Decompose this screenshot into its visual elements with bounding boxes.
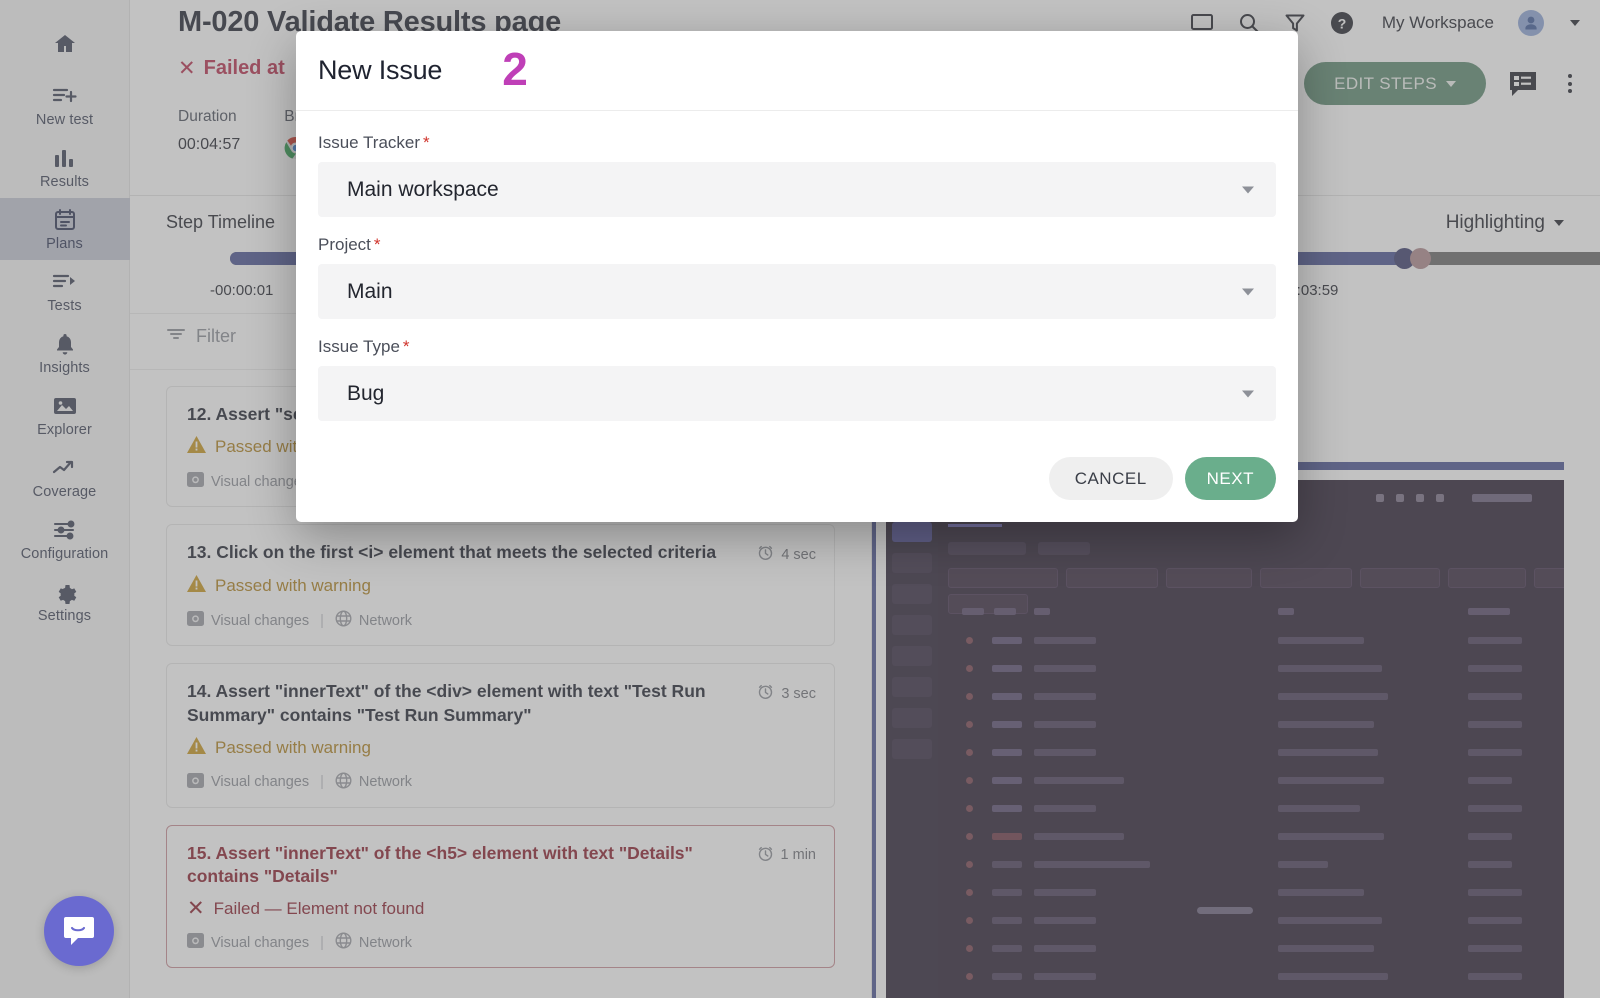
annotation-badge: 2 (502, 46, 528, 92)
field-label: Issue Tracker* (318, 133, 1276, 153)
field-label: Project* (318, 235, 1276, 255)
issue-type-value: Bug (347, 382, 384, 406)
intercom-chat-icon[interactable] (44, 896, 114, 966)
required-marker: * (423, 133, 430, 152)
required-marker: * (374, 235, 381, 254)
field-label: Issue Type* (318, 337, 1276, 357)
field-label-text: Project (318, 235, 371, 254)
cancel-button[interactable]: CANCEL (1049, 457, 1173, 500)
dialog-title: New Issue (318, 55, 442, 86)
field-issue-tracker: Issue Tracker* Main workspace (318, 133, 1276, 217)
issue-type-select[interactable]: Bug (318, 366, 1276, 421)
field-issue-type: Issue Type* Bug (318, 337, 1276, 421)
dialog-body: Issue Tracker* Main workspace Project* M… (296, 111, 1298, 451)
project-value: Main (347, 280, 393, 304)
field-label-text: Issue Type (318, 337, 400, 356)
issue-tracker-select[interactable]: Main workspace (318, 162, 1276, 217)
project-select[interactable]: Main (318, 264, 1276, 319)
field-label-text: Issue Tracker (318, 133, 420, 152)
chevron-down-icon (1242, 288, 1254, 295)
dialog-header: New Issue 2 (296, 31, 1298, 111)
new-issue-dialog: New Issue 2 Issue Tracker* Main workspac… (296, 31, 1298, 522)
required-marker: * (403, 337, 410, 356)
field-project: Project* Main (318, 235, 1276, 319)
dialog-footer: CANCEL NEXT (296, 451, 1298, 522)
chevron-down-icon (1242, 186, 1254, 193)
issue-tracker-value: Main workspace (347, 178, 499, 202)
next-button[interactable]: NEXT (1185, 457, 1276, 500)
chevron-down-icon (1242, 390, 1254, 397)
